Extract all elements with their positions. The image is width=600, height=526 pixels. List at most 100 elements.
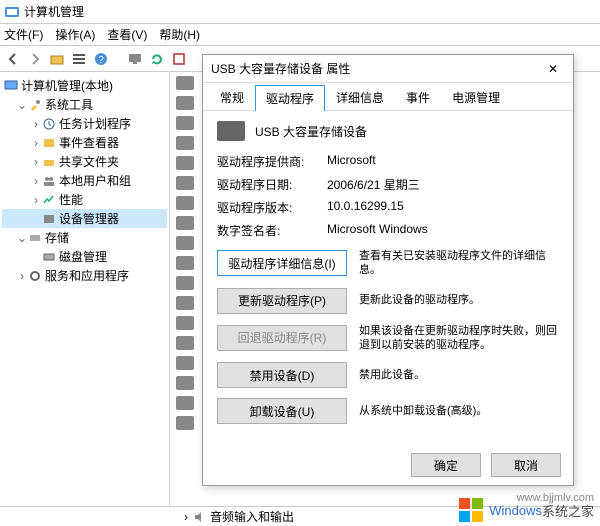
list-item[interactable]: [176, 156, 194, 170]
list-item[interactable]: [176, 276, 194, 290]
forward-icon[interactable]: [26, 50, 44, 68]
app-icon: [4, 4, 20, 20]
list-item[interactable]: [176, 256, 194, 270]
update-driver-desc: 更新此设备的驱动程序。: [359, 293, 559, 307]
windows-logo-icon: [457, 496, 485, 524]
list-item[interactable]: [176, 176, 194, 190]
tree-panel: 计算机管理(本地) ⌄ 系统工具 ›任务计划程序 ›事件查看器 ›共享文件夹 ›…: [0, 72, 170, 506]
list-item[interactable]: [176, 356, 194, 370]
watermark-suffix: 系统之家: [542, 501, 594, 520]
tree-device-manager[interactable]: 设备管理器: [2, 209, 167, 228]
disable-device-desc: 禁用此设备。: [359, 368, 559, 382]
update-driver-button[interactable]: 更新驱动程序(P): [217, 288, 347, 314]
list-item[interactable]: [176, 316, 194, 330]
dialog-tabs: 常规 驱动程序 详细信息 事件 电源管理: [203, 83, 573, 111]
row-uninstall-device: 卸载设备(U) 从系统中卸载设备(高级)。: [217, 398, 559, 424]
close-button[interactable]: ✕: [541, 62, 565, 76]
dialog-body: USB 大容量存储设备 驱动程序提供商:Microsoft 驱动程序日期:200…: [203, 111, 573, 444]
driver-details-desc: 查看有关已安装驱动程序文件的详细信息。: [359, 249, 559, 278]
row-rollback-driver: 回退驱动程序(R) 如果该设备在更新驱动程序时失败，则回退到以前安装的驱动程序。: [217, 324, 559, 353]
tab-events[interactable]: 事件: [395, 84, 441, 110]
window-titlebar: 计算机管理: [0, 0, 600, 24]
computer-icon[interactable]: [126, 50, 144, 68]
tree-disk-mgmt[interactable]: 磁盘管理: [2, 247, 167, 266]
tree-storage[interactable]: ⌄存储: [2, 228, 167, 247]
tree-root[interactable]: 计算机管理(本地): [2, 76, 167, 95]
list-item[interactable]: [176, 216, 194, 230]
watermark-brand: Windows: [489, 503, 542, 518]
uninstall-device-button[interactable]: 卸载设备(U): [217, 398, 347, 424]
menu-view[interactable]: 查看(V): [107, 26, 147, 43]
folder-icon[interactable]: [48, 50, 66, 68]
list-item[interactable]: [176, 416, 194, 430]
tab-general[interactable]: 常规: [209, 84, 255, 110]
share-icon: [42, 155, 56, 169]
tab-details[interactable]: 详细信息: [325, 84, 395, 110]
audio-icon: [192, 510, 206, 524]
device-header: USB 大容量存储设备: [217, 121, 559, 141]
users-icon: [42, 174, 56, 188]
list-item[interactable]: [176, 336, 194, 350]
services-icon: [28, 269, 42, 283]
driver-details-button[interactable]: 驱动程序详细信息(I): [217, 250, 347, 276]
tree-shared-folders[interactable]: ›共享文件夹: [2, 152, 167, 171]
tree-event-viewer[interactable]: ›事件查看器: [2, 133, 167, 152]
info-date: 驱动程序日期:2006/6/21 星期三: [217, 176, 559, 193]
list-item[interactable]: [176, 236, 194, 250]
usb-device-icon: [217, 121, 245, 141]
list-icon[interactable]: [70, 50, 88, 68]
info-provider: 驱动程序提供商:Microsoft: [217, 153, 559, 170]
cancel-button[interactable]: 取消: [491, 453, 561, 477]
uninstall-device-desc: 从系统中卸载设备(高级)。: [359, 404, 559, 418]
tab-power[interactable]: 电源管理: [441, 84, 511, 110]
event-icon: [42, 136, 56, 150]
row-disable-device: 禁用设备(D) 禁用此设备。: [217, 362, 559, 388]
menu-file[interactable]: 文件(F): [4, 26, 43, 43]
list-item[interactable]: [176, 296, 194, 310]
collapse-icon[interactable]: ⌄: [16, 98, 28, 112]
tree-services[interactable]: ›服务和应用程序: [2, 266, 167, 285]
device-name: USB 大容量存储设备: [255, 123, 367, 140]
dialog-title: USB 大容量存储设备 属性: [211, 60, 350, 77]
list-item[interactable]: [176, 396, 194, 410]
tree-performance[interactable]: ›性能: [2, 190, 167, 209]
scan-icon[interactable]: [170, 50, 188, 68]
list-item[interactable]: [176, 96, 194, 110]
device-icon: [42, 212, 56, 226]
refresh-icon[interactable]: [148, 50, 166, 68]
storage-icon: [28, 231, 42, 245]
watermark: Windows 系统之家: [457, 496, 594, 524]
row-driver-details: 驱动程序详细信息(I) 查看有关已安装驱动程序文件的详细信息。: [217, 249, 559, 278]
tree-local-users[interactable]: ›本地用户和组: [2, 171, 167, 190]
back-icon[interactable]: [4, 50, 22, 68]
tab-driver[interactable]: 驱动程序: [255, 85, 325, 111]
list-item[interactable]: [176, 136, 194, 150]
tree-task-scheduler[interactable]: ›任务计划程序: [2, 114, 167, 133]
list-item[interactable]: [176, 116, 194, 130]
row-update-driver: 更新驱动程序(P) 更新此设备的驱动程序。: [217, 288, 559, 314]
collapse-icon[interactable]: ⌄: [16, 231, 28, 245]
disk-icon: [42, 250, 56, 264]
rollback-driver-button: 回退驱动程序(R): [217, 325, 347, 351]
window-title: 计算机管理: [24, 3, 84, 20]
info-signer: 数字签名者:Microsoft Windows: [217, 222, 559, 239]
dialog-footer: 确定 取消: [411, 453, 561, 477]
clock-icon: [42, 117, 56, 131]
tree-audio[interactable]: 音频输入和输出: [210, 508, 294, 525]
disable-device-button[interactable]: 禁用设备(D): [217, 362, 347, 388]
dialog-titlebar: USB 大容量存储设备 属性 ✕: [203, 55, 573, 83]
list-item[interactable]: [176, 376, 194, 390]
menu-action[interactable]: 操作(A): [55, 26, 95, 43]
svg-text:?: ?: [98, 55, 104, 66]
info-version: 驱动程序版本:10.0.16299.15: [217, 199, 559, 216]
list-item[interactable]: [176, 76, 194, 90]
tree-system-tools[interactable]: ⌄ 系统工具: [2, 95, 167, 114]
menu-help[interactable]: 帮助(H): [159, 26, 200, 43]
list-item[interactable]: [176, 196, 194, 210]
help-icon[interactable]: ?: [92, 50, 110, 68]
perf-icon: [42, 193, 56, 207]
ok-button[interactable]: 确定: [411, 453, 481, 477]
computer-icon: [4, 79, 18, 93]
properties-dialog: USB 大容量存储设备 属性 ✕ 常规 驱动程序 详细信息 事件 电源管理 US…: [202, 54, 574, 486]
expand-icon[interactable]: ›: [184, 510, 188, 524]
